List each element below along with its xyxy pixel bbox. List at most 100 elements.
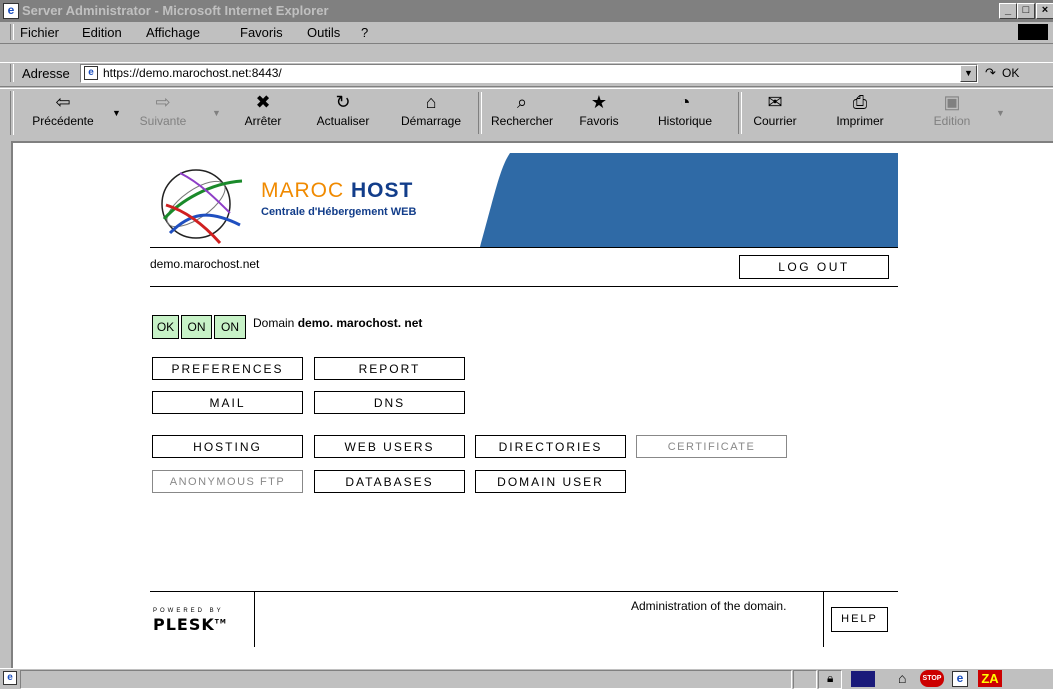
search-label: Rechercher <box>490 114 554 128</box>
back-label: Précédente <box>32 114 94 128</box>
go-arrow-icon[interactable]: ↷ <box>985 65 996 81</box>
window-title: Server Administrator - Microsoft Interne… <box>22 3 329 18</box>
home-icon: ⌂ <box>425 92 437 112</box>
address-url: https://demo.marochost.net:8443/ <box>103 66 282 80</box>
history-icon: ◔ <box>679 92 691 112</box>
mail-icon: ✉ <box>767 92 783 112</box>
status-text-pane <box>20 670 792 689</box>
back-button[interactable]: ⇦ Précédente <box>28 91 98 135</box>
refresh-label: Actualiser <box>316 114 370 128</box>
menu-grip <box>10 24 14 40</box>
back-arrow-icon: ⇦ <box>55 92 71 112</box>
home-button[interactable]: ⌂ Démarrage <box>396 91 466 135</box>
header-blue-shape <box>480 153 898 247</box>
back-dropdown-icon[interactable]: ▼ <box>112 108 121 118</box>
edit-button[interactable]: ▣ Edition <box>917 91 987 135</box>
print-button[interactable]: ⎙ Imprimer <box>825 91 895 135</box>
hosting-button[interactable]: HOSTING <box>152 435 303 458</box>
forward-button[interactable]: ⇨ Suivante <box>128 91 198 135</box>
print-label: Imprimer <box>836 114 884 128</box>
dns-button[interactable]: DNS <box>314 391 465 414</box>
stop-sign-icon: STOP <box>920 670 944 687</box>
plesk-logo: PLESKTM <box>153 615 227 634</box>
padlock-open-icon: ⌂ <box>898 670 907 686</box>
menu-divider <box>0 43 1053 63</box>
history-button[interactable]: ◔ Historique <box>650 91 720 135</box>
page-content: MAROC HOST Centrale d'Hébergement WEB de… <box>11 141 1053 669</box>
printer-icon: ⎙ <box>852 92 868 112</box>
maximize-button[interactable]: □ <box>1017 3 1035 19</box>
zonealarm-icon: ZA <box>978 670 1002 687</box>
help-button[interactable]: HELP <box>831 607 888 632</box>
anonymous-ftp-button[interactable]: ANONYMOUS FTP <box>152 470 303 493</box>
mail-toolbar-button[interactable]: ✉ Courrier <box>740 91 810 135</box>
edit-icon: ▣ <box>943 92 961 112</box>
mail-toolbar-label: Courrier <box>753 114 797 128</box>
domain-label: Domain <box>253 316 295 330</box>
home-label: Démarrage <box>400 114 462 128</box>
logo-title-host: HOST <box>351 179 414 202</box>
address-grip <box>10 64 14 82</box>
certificate-button[interactable]: CERTIFICATE <box>636 435 787 458</box>
domain-name: demo.marochost.net <box>150 257 260 271</box>
address-input[interactable]: e https://demo.marochost.net:8443/ ▼ <box>80 64 978 83</box>
favorites-icon: ★ <box>590 92 608 112</box>
footer-divider <box>150 591 898 592</box>
search-button[interactable]: ⌕ Rechercher <box>487 91 557 135</box>
web-users-button[interactable]: WEB USERS <box>314 435 465 458</box>
page-icon: e <box>84 66 98 80</box>
menu-fichier[interactable]: Fichier <box>20 25 59 40</box>
domain-user-button[interactable]: DOMAIN USER <box>475 470 626 493</box>
menu-affichage[interactable]: Affichage <box>146 25 200 40</box>
mail-button[interactable]: MAIL <box>152 391 303 414</box>
header-divider <box>150 247 898 248</box>
logo-subtitle: Centrale d'Hébergement WEB <box>261 206 417 218</box>
stop-button[interactable]: ✖ Arrêter <box>228 91 298 135</box>
toolbar-grip <box>10 91 14 135</box>
domain-status-line: Domain demo. marochost. net <box>253 316 422 330</box>
footer-vline-left <box>254 591 255 647</box>
refresh-icon: ↻ <box>335 92 351 112</box>
lock-icon: 🔒︎ <box>827 671 834 685</box>
close-button[interactable]: × <box>1036 3 1053 19</box>
history-label: Historique <box>657 114 713 128</box>
menu-bar: Fichier Edition Affichage Favoris Outils… <box>0 22 1053 42</box>
plesk-tm: TM <box>214 618 227 626</box>
status-on-badge: ON <box>181 315 212 339</box>
domain-bold: demo. marochost. net <box>297 316 423 330</box>
menu-outils[interactable]: Outils <box>307 25 340 40</box>
tray-block-icon <box>851 671 875 687</box>
logo-title: MAROC HOST <box>261 179 413 203</box>
databases-button[interactable]: DATABASES <box>314 470 465 493</box>
menu-favoris[interactable]: Favoris <box>240 25 283 40</box>
minimize-button[interactable]: _ <box>999 3 1017 19</box>
forward-dropdown-icon[interactable]: ▼ <box>212 108 221 118</box>
search-icon: ⌕ <box>516 92 528 112</box>
favorites-button[interactable]: ★ Favoris <box>564 91 634 135</box>
address-dropdown-icon[interactable]: ▼ <box>960 65 977 82</box>
status-page-icon: e <box>3 671 17 685</box>
globe-logo-icon <box>161 169 243 244</box>
status-on-badge-2: ON <box>214 315 246 339</box>
logout-button[interactable]: LOG OUT <box>739 255 889 279</box>
favorites-label: Favoris <box>579 114 619 128</box>
forward-arrow-icon: ⇨ <box>155 92 171 112</box>
powered-by-text: POWERED BY <box>153 608 224 614</box>
menu-edition[interactable]: Edition <box>82 25 122 40</box>
directories-button[interactable]: DIRECTORIES <box>475 435 626 458</box>
go-button[interactable]: OK <box>1002 66 1019 80</box>
refresh-button[interactable]: ↻ Actualiser <box>308 91 378 135</box>
report-button[interactable]: REPORT <box>314 357 465 380</box>
title-bar: e Server Administrator - Microsoft Inter… <box>0 0 1053 22</box>
address-label: Adresse <box>22 66 70 81</box>
ie-icon[interactable]: e <box>3 3 19 19</box>
toolbar-separator <box>478 92 482 134</box>
footer-vline-right <box>823 591 824 647</box>
forward-label: Suivante <box>139 114 187 128</box>
logo-title-maroc: MAROC <box>261 179 345 202</box>
menu-help[interactable]: ? <box>361 25 368 40</box>
status-pane-2 <box>793 670 817 689</box>
edit-dropdown-icon[interactable]: ▼ <box>996 108 1005 118</box>
stop-label: Arrêter <box>244 114 282 128</box>
preferences-button[interactable]: PREFERENCES <box>152 357 303 380</box>
